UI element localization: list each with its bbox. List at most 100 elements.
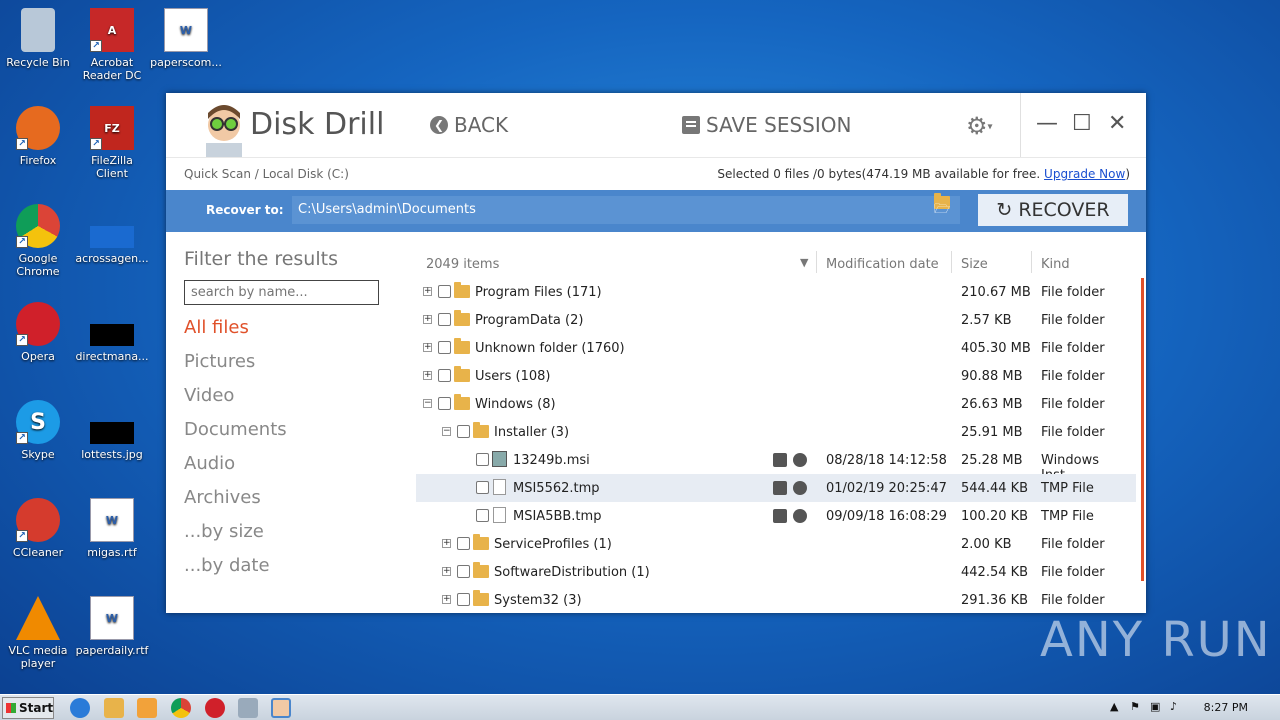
- start-button[interactable]: Start: [2, 697, 54, 719]
- desktop-icon-directmana[interactable]: directmana...: [74, 302, 150, 363]
- expand-icon[interactable]: +: [423, 287, 432, 296]
- filezilla-icon: FZ ↗: [90, 106, 134, 150]
- chrome-icon: ↗: [16, 204, 60, 248]
- table-row[interactable]: 13249b.msi 08/28/18 14:12:58 25.28 MB Wi…: [416, 446, 1136, 483]
- filter-video[interactable]: Video: [184, 385, 384, 407]
- preview-magnifier-icon[interactable]: [793, 453, 807, 467]
- desktop-icon-chrome[interactable]: ↗ Google Chrome: [0, 204, 76, 278]
- volume-icon[interactable]: ♪: [1170, 700, 1177, 713]
- table-row[interactable]: + SoftwareDistribution (1) 442.54 KB Fil…: [416, 558, 1136, 586]
- expand-icon[interactable]: +: [423, 315, 432, 324]
- preview-magnifier-icon[interactable]: [793, 509, 807, 523]
- row-checkbox[interactable]: [438, 285, 451, 298]
- image-file-icon: [90, 422, 134, 444]
- browse-folder-icon[interactable]: 🗁: [934, 193, 950, 217]
- desktop-icon-acrobat[interactable]: A ↗ Acrobat Reader DC: [74, 8, 150, 82]
- row-checkbox[interactable]: [457, 537, 470, 550]
- clock[interactable]: 8:27 PM: [1204, 701, 1248, 714]
- filter-by-size[interactable]: ...by size: [184, 521, 384, 543]
- details-list-icon[interactable]: [773, 453, 787, 467]
- desktop-icon-firefox[interactable]: ↗ Firefox: [0, 106, 76, 167]
- table-row[interactable]: + Program Files (171) 210.67 MB File fol…: [416, 278, 1136, 306]
- ie-icon[interactable]: [70, 698, 90, 718]
- word-document-icon: W: [90, 498, 134, 542]
- recover-button[interactable]: ↻ RECOVER: [978, 194, 1128, 226]
- preview-magnifier-icon[interactable]: [793, 481, 807, 495]
- row-checkbox[interactable]: [457, 425, 470, 438]
- table-row[interactable]: MSIA5BB.tmp 09/09/18 16:08:29 100.20 KB …: [416, 502, 1136, 530]
- row-checkbox[interactable]: [476, 481, 489, 494]
- table-row[interactable]: + Unknown folder (1760) 405.30 MB File f…: [416, 334, 1136, 362]
- row-checkbox[interactable]: [457, 565, 470, 578]
- desktop-icon-paperdaily[interactable]: W paperdaily.rtf: [74, 596, 150, 657]
- row-checkbox[interactable]: [476, 453, 489, 466]
- expand-icon[interactable]: +: [423, 371, 432, 380]
- explorer-folder-icon[interactable]: [104, 698, 124, 718]
- desktop-icon-ccleaner[interactable]: ↗ CCleaner: [0, 498, 76, 559]
- table-row[interactable]: − Windows (8) 26.63 MB File folder: [416, 390, 1136, 418]
- expand-icon[interactable]: +: [423, 343, 432, 352]
- scrollbar[interactable]: [1141, 278, 1144, 581]
- row-size: 25.91 MB: [961, 425, 1023, 440]
- save-session-button[interactable]: SAVE SESSION: [682, 113, 851, 137]
- desktop-icon-recycle-bin[interactable]: Recycle Bin: [0, 8, 76, 69]
- desktop-icon-skype[interactable]: S ↗ Skype: [0, 400, 76, 461]
- network-icon[interactable]: ▣: [1150, 700, 1160, 713]
- word-document-icon: W: [164, 8, 208, 52]
- back-button[interactable]: ❮ BACK: [430, 113, 508, 137]
- installer-taskbar-icon[interactable]: [238, 698, 258, 718]
- details-list-icon[interactable]: [773, 509, 787, 523]
- row-checkbox[interactable]: [438, 313, 451, 326]
- desktop-icon-filezilla[interactable]: FZ ↗ FileZilla Client: [74, 106, 150, 180]
- filter-archives[interactable]: Archives: [184, 487, 384, 509]
- disk-drill-taskbar-icon[interactable]: [271, 698, 291, 718]
- tray-expand-icon[interactable]: ▲: [1110, 700, 1118, 713]
- table-row[interactable]: + System32 (3) 291.36 KB File folder: [416, 586, 1136, 613]
- close-icon[interactable]: ✕: [1108, 111, 1126, 136]
- sort-chevron-down-icon[interactable]: ▼: [800, 256, 808, 269]
- collapse-icon[interactable]: −: [442, 427, 451, 436]
- row-checkbox[interactable]: [476, 509, 489, 522]
- table-row[interactable]: + Users (108) 90.88 MB File folder: [416, 362, 1136, 390]
- media-player-icon[interactable]: [137, 698, 157, 718]
- maximize-icon[interactable]: ☐: [1072, 111, 1092, 136]
- row-checkbox[interactable]: [438, 341, 451, 354]
- expand-icon[interactable]: +: [442, 567, 451, 576]
- table-row[interactable]: − Installer (3) 25.91 MB File folder: [416, 418, 1136, 446]
- chrome-taskbar-icon[interactable]: [171, 698, 191, 718]
- row-checkbox[interactable]: [457, 593, 470, 606]
- row-checkbox[interactable]: [438, 397, 451, 410]
- upgrade-link[interactable]: Upgrade Now: [1044, 167, 1125, 181]
- avatar-icon: [206, 105, 242, 157]
- desktop-icon-opera[interactable]: ↗ Opera: [0, 302, 76, 363]
- collapse-icon[interactable]: −: [423, 399, 432, 408]
- column-header-date[interactable]: Modification date: [826, 257, 939, 272]
- table-row[interactable]: + ProgramData (2) 2.57 KB File folder: [416, 306, 1136, 334]
- desktop-icon-label: Opera: [21, 350, 55, 363]
- desktop-icon-acrossagen[interactable]: acrossagen...: [74, 204, 150, 265]
- desktop-icon-paperscom[interactable]: W paperscom...: [148, 8, 224, 69]
- expand-icon[interactable]: +: [442, 595, 451, 604]
- row-checkbox[interactable]: [438, 369, 451, 382]
- filter-pictures[interactable]: Pictures: [184, 351, 384, 373]
- desktop-icon-migas[interactable]: W migas.rtf: [74, 498, 150, 559]
- expand-icon[interactable]: +: [442, 539, 451, 548]
- filter-audio[interactable]: Audio: [184, 453, 384, 475]
- gear-icon[interactable]: ⚙▾: [966, 112, 993, 140]
- filter-all-files[interactable]: All files: [184, 317, 384, 339]
- opera-taskbar-icon[interactable]: [205, 698, 225, 718]
- minimize-icon[interactable]: —: [1036, 111, 1058, 136]
- column-header-size[interactable]: Size: [961, 257, 988, 272]
- desktop-icon-lottests[interactable]: lottests.jpg: [74, 400, 150, 461]
- table-row[interactable]: + ServiceProfiles (1) 2.00 KB File folde…: [416, 530, 1136, 558]
- flag-icon[interactable]: ⚑: [1130, 700, 1140, 713]
- desktop-icon-vlc[interactable]: VLC media player: [0, 596, 76, 670]
- filter-by-date[interactable]: ...by date: [184, 555, 384, 577]
- recover-path-field[interactable]: C:\Users\admin\Documents 🗁: [292, 193, 960, 224]
- column-header-kind[interactable]: Kind: [1041, 257, 1070, 272]
- details-list-icon[interactable]: [773, 481, 787, 495]
- word-document-icon: W: [90, 596, 134, 640]
- filter-documents[interactable]: Documents: [184, 419, 384, 441]
- table-row[interactable]: MSI5562.tmp 01/02/19 20:25:47 544.44 KB …: [416, 474, 1136, 502]
- search-input[interactable]: [184, 280, 379, 305]
